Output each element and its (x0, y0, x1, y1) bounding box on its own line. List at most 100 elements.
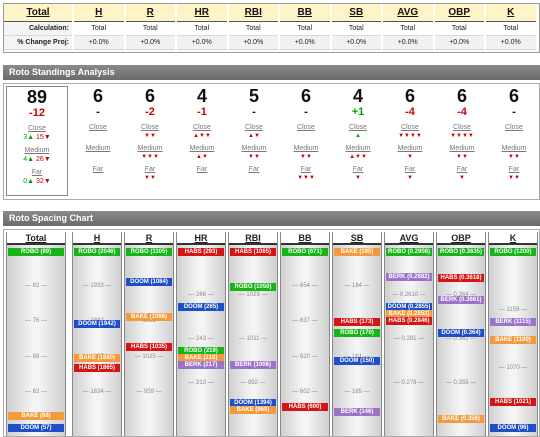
tier-label[interactable]: Medium (438, 144, 486, 153)
team-bar-habs[interactable]: HABS (1021) (490, 397, 536, 406)
calc-cell-calculation[interactable]: Total (177, 22, 227, 36)
spacing-head[interactable]: AVG (385, 232, 433, 245)
calc-cell-change[interactable]: +0.0% (228, 36, 278, 50)
team-bar-robo[interactable]: ROBO (0.2908) (386, 248, 432, 256)
tier-label[interactable]: Medium (386, 144, 434, 153)
calc-cell-calculation[interactable]: Total (331, 22, 381, 36)
spacing-head[interactable]: HR (177, 232, 225, 245)
tier-label[interactable]: Close (334, 123, 382, 132)
team-bar-habs[interactable]: HABS (173) (334, 318, 380, 327)
spacing-head[interactable]: Total (7, 232, 65, 245)
tier-label[interactable]: Close (230, 123, 278, 132)
team-bar-habs[interactable]: HABS (0.2846) (386, 316, 432, 325)
tier-label[interactable]: Far (230, 165, 278, 174)
team-bar-berk[interactable]: BERK (146) (334, 408, 380, 417)
calc-cell-change[interactable]: +0.0% (331, 36, 381, 50)
tier-label[interactable]: Medium (230, 144, 278, 153)
team-bar-robo[interactable]: ROBO (89) (8, 248, 64, 256)
calc-cell-change[interactable]: +0.0% (74, 36, 124, 50)
tier-label[interactable]: Medium (282, 144, 330, 153)
calc-head-obp[interactable]: OBP (434, 4, 484, 22)
calc-cell-calculation[interactable]: Total (125, 22, 175, 36)
team-bar-habs[interactable]: HABS (1865) (74, 364, 120, 373)
tier-label[interactable]: Close (490, 123, 538, 132)
team-bar-doom[interactable]: DOOM (1084) (126, 277, 172, 286)
calc-head-rbi[interactable]: RBI (228, 4, 278, 22)
team-bar-robo[interactable]: ROBO (0.3635) (438, 248, 484, 256)
team-bar-berk[interactable]: BERK (1115) (490, 318, 536, 327)
spacing-head[interactable]: R (125, 232, 173, 245)
calc-cell-change[interactable]: +0.0% (486, 36, 536, 50)
tier-label[interactable]: Medium (334, 144, 382, 153)
total-tier-label[interactable]: Close (7, 124, 67, 133)
tier-label[interactable]: Close (178, 123, 226, 132)
calc-cell-calculation[interactable]: Total (228, 22, 278, 36)
calc-head-k[interactable]: K (486, 4, 536, 22)
team-bar-doom[interactable]: DOOM (0.364) (438, 328, 484, 337)
tier-label[interactable]: Far (282, 165, 330, 174)
tier-label[interactable]: Medium (74, 144, 122, 153)
team-bar-bake[interactable]: BAKE (1880) (74, 353, 120, 362)
team-bar-habs[interactable]: HABS (1035) (126, 343, 172, 352)
team-bar-robo[interactable]: ROBO (170) (334, 328, 380, 337)
tier-label[interactable]: Close (126, 123, 174, 132)
team-bar-berk[interactable]: BERK (1006) (230, 360, 276, 369)
tier-label[interactable]: Far (386, 165, 434, 174)
tier-label[interactable]: Far (438, 165, 486, 174)
calc-head-total[interactable]: Total (4, 4, 72, 22)
team-bar-doom[interactable]: DOOM (96) (490, 424, 536, 432)
team-bar-robo[interactable]: ROBO (1200) (490, 248, 536, 256)
spacing-head[interactable]: K (489, 232, 537, 245)
calc-cell-calculation[interactable]: Total (383, 22, 433, 36)
calc-cell-calculation[interactable]: Total (486, 22, 536, 36)
spacing-head[interactable]: H (73, 232, 121, 245)
team-bar-habs[interactable]: HABS (600) (282, 402, 328, 411)
calc-cell-change[interactable]: +0.0% (434, 36, 484, 50)
team-bar-doom[interactable]: DOOM (265) (178, 302, 224, 311)
spacing-head[interactable]: BB (281, 232, 329, 245)
calc-cell-calculation[interactable]: Total (434, 22, 484, 36)
team-bar-berk[interactable]: BERK (217) (178, 360, 224, 369)
team-bar-doom[interactable]: DOOM (57) (8, 424, 64, 432)
team-bar-bake[interactable]: BAKE (969) (230, 406, 276, 415)
tier-label[interactable]: Close (74, 123, 122, 132)
spacing-head[interactable]: RBI (229, 232, 277, 245)
team-bar-bake[interactable]: BAKE (195) (334, 248, 380, 256)
team-bar-habs[interactable]: HABS (293) (178, 248, 224, 256)
team-bar-bake[interactable]: BAKE (0.358) (438, 415, 484, 424)
tier-label[interactable]: Far (126, 165, 174, 174)
team-bar-bake[interactable]: BAKE (1086) (126, 313, 172, 322)
total-tier-label[interactable]: Far (7, 168, 67, 177)
tier-label[interactable]: Far (490, 165, 538, 174)
tier-label[interactable]: Medium (126, 144, 174, 153)
team-bar-doom[interactable]: DOOM (150) (334, 357, 380, 366)
team-bar-robo[interactable]: ROBO (1105) (126, 248, 172, 256)
calc-cell-change[interactable]: +0.0% (383, 36, 433, 50)
tier-label[interactable]: Medium (178, 144, 226, 153)
calc-head-hr[interactable]: HR (177, 4, 227, 22)
spacing-head[interactable]: OBP (437, 232, 485, 245)
calc-head-r[interactable]: R (125, 4, 175, 22)
tier-label[interactable]: Far (74, 165, 122, 174)
total-tier-label[interactable]: Medium (7, 146, 67, 155)
tier-label[interactable]: Far (334, 165, 382, 174)
team-bar-berk[interactable]: BERK (0.3661) (438, 295, 484, 304)
team-bar-habs[interactable]: HABS (0.3618) (438, 274, 484, 283)
tier-label[interactable]: Medium (490, 144, 538, 153)
tier-label[interactable]: Far (178, 165, 226, 174)
team-bar-robo[interactable]: ROBO (2046) (74, 248, 120, 256)
team-bar-doom[interactable]: DOOM (1942) (74, 320, 120, 329)
calc-head-avg[interactable]: AVG (383, 4, 433, 22)
tier-label[interactable]: Close (282, 123, 330, 132)
team-bar-robo[interactable]: ROBO (671) (282, 248, 328, 256)
calc-cell-calculation[interactable]: Total (280, 22, 330, 36)
calc-cell-change[interactable]: +0.0% (177, 36, 227, 50)
team-bar-bake[interactable]: BAKE (1100) (490, 336, 536, 344)
team-bar-habs[interactable]: HABS (1065) (230, 248, 276, 256)
calc-head-bb[interactable]: BB (280, 4, 330, 22)
tier-label[interactable]: Close (438, 123, 486, 132)
calc-cell-change[interactable]: +0.0% (280, 36, 330, 50)
tier-label[interactable]: Close (386, 123, 434, 132)
team-bar-bake[interactable]: BAKE (68) (8, 411, 64, 420)
spacing-head[interactable]: SB (333, 232, 381, 245)
